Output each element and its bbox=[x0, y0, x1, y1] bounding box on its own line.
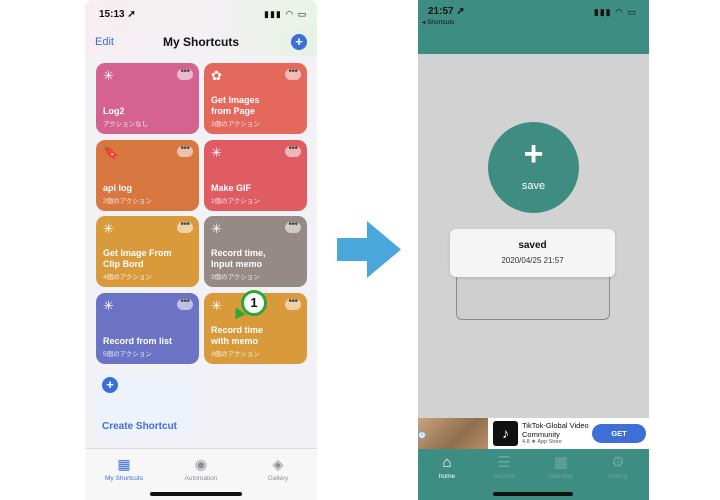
card-title: Log2 bbox=[103, 106, 125, 116]
tab-records[interactable]: ☰ records bbox=[476, 454, 532, 480]
step-number-badge: 1 bbox=[241, 290, 267, 316]
ad-title: TikTok-Global Video Community bbox=[522, 421, 589, 439]
status-time: 15:13 ➚ bbox=[99, 9, 136, 20]
more-icon[interactable]: ••• bbox=[177, 67, 193, 80]
back-to-shortcuts-link[interactable]: ◂ Shortcuts bbox=[422, 18, 455, 26]
card-title: Make GIF bbox=[211, 183, 252, 193]
record-app-screen: 21:57 ➚ ◂ Shortcuts ▮▮▮ ◠ ▭ + save saved… bbox=[418, 0, 649, 500]
ad-image bbox=[418, 418, 488, 449]
sparkle-icon: ✳ bbox=[211, 298, 222, 313]
status-indicators-icon: ▮▮▮ ◠ ▭ bbox=[593, 7, 637, 17]
card-subtitle: アクションなし bbox=[103, 121, 149, 128]
tab-label: calendar bbox=[548, 473, 574, 480]
gear-icon: ⚙ bbox=[611, 454, 625, 471]
card-subtitle: 3個のアクション bbox=[211, 121, 260, 128]
toast-datetime: 2020/04/25 21:57 bbox=[501, 256, 564, 265]
saved-toast: saved 2020/04/25 21:57 bbox=[450, 229, 615, 277]
shortcut-card-record-from-list[interactable]: ✳ ••• Record from list 5個のアクション bbox=[96, 293, 199, 364]
shortcut-card-log2[interactable]: ✳ ••• Log2 アクションなし bbox=[96, 63, 199, 134]
add-shortcut-button[interactable]: + bbox=[291, 34, 307, 50]
ad-get-button[interactable]: GET bbox=[592, 424, 646, 443]
create-shortcut-label: Create Shortcut bbox=[102, 421, 178, 432]
sparkle-icon: ✳ bbox=[211, 145, 222, 160]
card-title: Record from list bbox=[103, 336, 173, 346]
save-button[interactable]: + save bbox=[488, 122, 579, 213]
card-title: Get Image From Clip Bord bbox=[103, 248, 172, 269]
top-bar: 21:57 ➚ ◂ Shortcuts ▮▮▮ ◠ ▭ bbox=[418, 0, 649, 54]
tab-label: My Shortcuts bbox=[105, 475, 143, 482]
more-icon[interactable]: ••• bbox=[177, 297, 193, 310]
save-label: save bbox=[521, 180, 546, 192]
more-icon[interactable]: ••• bbox=[285, 220, 301, 233]
sparkle-icon: ✳ bbox=[103, 298, 114, 313]
card-subtitle: 3個のアクション bbox=[211, 274, 260, 281]
ad-banner[interactable]: i ♪ TikTok-Global Video Community 4.8 ★ … bbox=[418, 418, 649, 449]
card-subtitle: 1個のアクション bbox=[211, 198, 260, 205]
tab-my-shortcuts[interactable]: ▦ My Shortcuts bbox=[89, 456, 159, 482]
home-indicator bbox=[493, 492, 573, 496]
card-title: api log bbox=[103, 183, 132, 193]
ad-info-icon[interactable]: i bbox=[418, 431, 426, 439]
shortcut-card-get-images[interactable]: ✿ ••• Get Images from Page 3個のアクション bbox=[204, 63, 307, 134]
card-subtitle: 3個のアクション bbox=[211, 351, 260, 358]
tab-label: Automation bbox=[184, 475, 218, 482]
ad-rating: 4.8 ★ App Store bbox=[522, 439, 562, 445]
automation-icon: ◉ bbox=[194, 456, 208, 472]
more-icon[interactable]: ••• bbox=[177, 220, 193, 233]
shortcut-card-api-log[interactable]: 🔖 ••• api log 2個のアクション bbox=[96, 140, 199, 211]
tab-label: home bbox=[438, 473, 456, 480]
sparkle-icon: ✳ bbox=[103, 221, 114, 236]
card-title: Record time with memo bbox=[211, 325, 264, 346]
tab-gallery[interactable]: ◈ Gallery bbox=[243, 456, 313, 482]
tab-home[interactable]: ⌂ home bbox=[419, 454, 475, 480]
more-icon[interactable]: ••• bbox=[285, 67, 301, 80]
more-icon[interactable]: ••• bbox=[285, 144, 301, 157]
layers-icon: ◈ bbox=[272, 456, 284, 472]
sparkle-icon: ✳ bbox=[211, 221, 222, 236]
home-indicator bbox=[150, 492, 242, 496]
card-subtitle: 5個のアクション bbox=[103, 351, 152, 358]
card-title: Get Images from Page bbox=[211, 95, 260, 116]
home-icon: ⌂ bbox=[442, 454, 452, 471]
bookmark-icon: 🔖 bbox=[103, 145, 120, 160]
tiktok-logo-icon: ♪ bbox=[493, 421, 518, 446]
tab-calendar[interactable]: ▦ calendar bbox=[533, 454, 589, 480]
tab-label: Gallery bbox=[267, 475, 289, 482]
card-subtitle: 2個のアクション bbox=[103, 198, 152, 205]
more-icon[interactable]: ••• bbox=[285, 297, 301, 310]
list-icon: ☰ bbox=[497, 454, 511, 471]
gear-icon: ✿ bbox=[211, 68, 222, 83]
shortcut-card-make-gif[interactable]: ✳ ••• Make GIF 1個のアクション bbox=[204, 140, 307, 211]
plus-icon: + bbox=[523, 135, 544, 173]
card-subtitle: 4個のアクション bbox=[103, 274, 152, 281]
status-time: 21:57 ➚ bbox=[428, 6, 465, 17]
tab-label: records bbox=[493, 473, 515, 480]
calendar-icon: ▦ bbox=[553, 454, 569, 471]
toast-title: saved bbox=[518, 240, 547, 251]
sparkle-icon: ✳ bbox=[103, 68, 114, 83]
create-shortcut-card[interactable]: + Create Shortcut bbox=[96, 371, 198, 439]
plus-icon: + bbox=[102, 377, 118, 393]
card-title: Record time, Input memo bbox=[211, 248, 266, 269]
more-icon[interactable]: ••• bbox=[177, 144, 193, 157]
shortcut-card-get-image-clipboard[interactable]: ✳ ••• Get Image From Clip Bord 4個のアクション bbox=[96, 216, 199, 287]
tab-label: setting bbox=[608, 473, 628, 480]
right-arrow-icon bbox=[337, 221, 401, 278]
shortcut-card-record-time-input-memo[interactable]: ✳ ••• Record time, Input memo 3個のアクション bbox=[204, 216, 307, 287]
tab-automation[interactable]: ◉ Automation bbox=[166, 456, 236, 482]
tab-setting[interactable]: ⚙ setting bbox=[590, 454, 646, 480]
page-title: My Shortcuts bbox=[162, 35, 239, 49]
grid-icon: ▦ bbox=[117, 456, 131, 472]
